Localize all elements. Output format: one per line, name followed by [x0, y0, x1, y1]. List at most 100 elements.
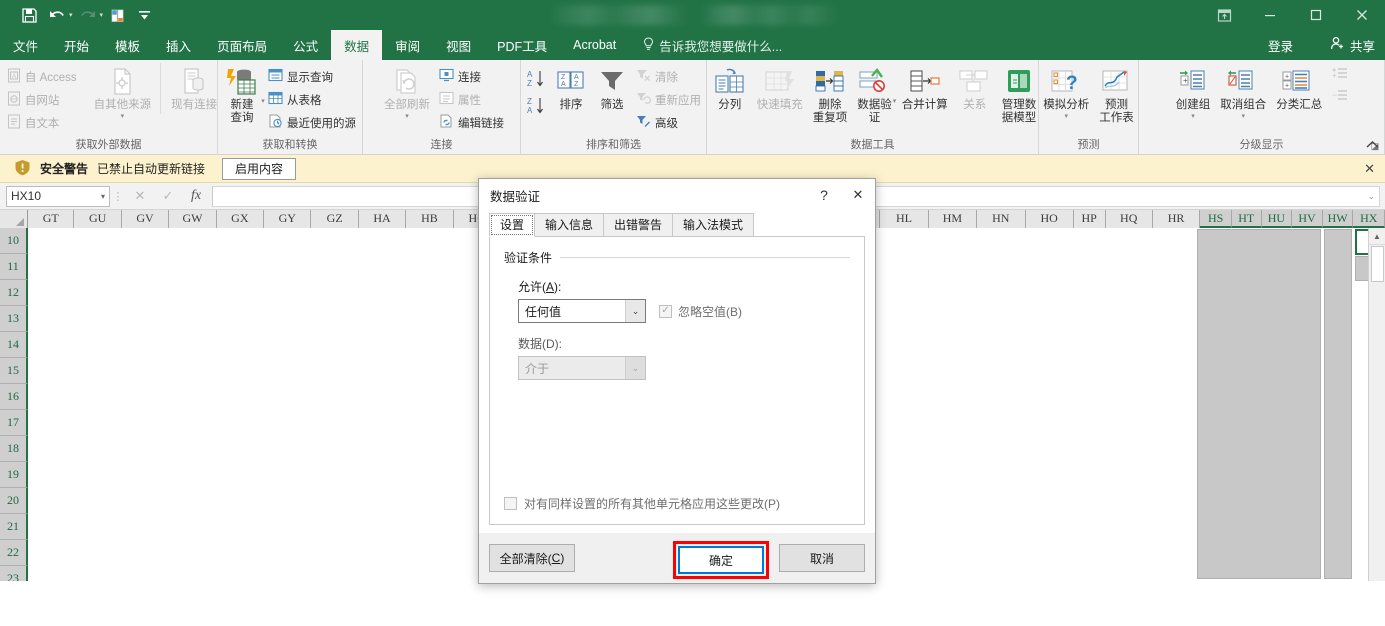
enable-content-button[interactable]: 启用内容 — [222, 157, 297, 180]
tab-page-layout[interactable]: 页面布局 — [204, 30, 280, 60]
row-header-11[interactable]: 11 — [0, 254, 28, 280]
dialog-tab-ime-mode[interactable]: 输入法模式 — [672, 213, 755, 237]
column-header-HS[interactable]: HS — [1200, 210, 1232, 228]
maximize-icon[interactable] — [1293, 0, 1339, 30]
ribbon-item-sort-descending[interactable]: ZA — [522, 94, 550, 121]
insert-function-icon[interactable]: fx — [182, 188, 210, 204]
chevron-down-icon[interactable]: ▾ — [893, 97, 897, 105]
chevron-down-icon[interactable]: ⌄ — [1367, 191, 1375, 202]
save-icon[interactable] — [16, 3, 42, 27]
column-header-GV[interactable]: GV — [121, 210, 170, 228]
allow-dropdown[interactable]: 任何值 ⌄ — [518, 299, 646, 323]
tab-file[interactable]: 文件 — [0, 30, 51, 60]
ribbon-item-filter[interactable]: 筛选 — [592, 63, 632, 114]
ribbon-item-subtotal[interactable]: + + 分类汇总 — [1271, 63, 1327, 114]
selection-range-left[interactable] — [1197, 229, 1321, 579]
selection-range-mid[interactable] — [1324, 229, 1352, 579]
cancel-button[interactable]: 取消 — [779, 544, 865, 572]
select-all-corner[interactable] — [0, 210, 28, 228]
column-header-HR[interactable]: HR — [1152, 210, 1201, 228]
column-header-HA[interactable]: HA — [358, 210, 407, 228]
ribbon-item-consolidate[interactable]: 合并计算 — [897, 63, 953, 114]
chevron-down-icon[interactable]: ▾ — [1241, 112, 1245, 120]
ribbon-item-data-validation[interactable]: 数据验证 ▾ — [852, 63, 897, 127]
scrollbar-thumb[interactable] — [1371, 246, 1384, 282]
row-header-21[interactable]: 21 — [0, 514, 28, 540]
minimize-icon[interactable] — [1247, 0, 1293, 30]
ribbon-item-show-queries[interactable]: 显示查询 — [264, 65, 360, 88]
ribbon-item-text-to-columns[interactable]: 分列 — [708, 63, 752, 114]
column-header-GX[interactable]: GX — [216, 210, 265, 228]
column-header-HT[interactable]: HT — [1231, 210, 1262, 228]
column-header-HV[interactable]: HV — [1292, 210, 1323, 228]
column-header-GY[interactable]: GY — [264, 210, 312, 228]
column-header-HN[interactable]: HN — [977, 210, 1026, 228]
column-header-HW[interactable]: HW — [1322, 210, 1354, 228]
row-header-16[interactable]: 16 — [0, 384, 28, 410]
chevron-down-icon[interactable]: ⌄ — [625, 300, 645, 322]
dialog-tab-input-message[interactable]: 输入信息 — [534, 213, 605, 237]
tab-review[interactable]: 审阅 — [382, 30, 433, 60]
row-header-20[interactable]: 20 — [0, 488, 28, 514]
chart-icon[interactable] — [105, 3, 131, 27]
column-header-HX[interactable]: HX — [1353, 210, 1385, 228]
ignore-blank-checkbox[interactable]: ✓ — [659, 304, 672, 318]
ribbon-item-advanced-filter[interactable]: 高级 — [632, 111, 705, 134]
column-header-GW[interactable]: GW — [169, 210, 217, 228]
tab-home[interactable]: 开始 — [51, 30, 102, 60]
ribbon-item-connections[interactable]: 连接 — [435, 65, 508, 88]
tab-acrobat[interactable]: Acrobat — [560, 30, 629, 60]
row-header-22[interactable]: 22 — [0, 540, 28, 566]
column-header-HB[interactable]: HB — [406, 210, 454, 228]
ok-button[interactable]: 确定 — [678, 546, 764, 574]
column-header-HL[interactable]: HL — [880, 210, 929, 228]
chevron-down-icon[interactable]: ▾ — [1191, 112, 1195, 120]
column-header-HP[interactable]: HP — [1073, 210, 1106, 228]
ribbon-item-forecast-sheet[interactable]: 预测 工作表 — [1094, 63, 1139, 127]
tab-insert[interactable]: 插入 — [153, 30, 204, 60]
row-header-23[interactable]: 23 — [0, 566, 28, 581]
chevron-down-icon[interactable]: ▾ — [1064, 112, 1068, 120]
undo-dropdown-icon[interactable]: ▾ — [69, 11, 73, 19]
help-icon[interactable]: ? — [807, 179, 841, 211]
ribbon-item-from-table[interactable]: 从表格 — [264, 88, 360, 111]
customize-qat-icon[interactable] — [133, 3, 155, 27]
ribbon-item-ungroup[interactable]: 取消组合 ▾ — [1215, 63, 1271, 122]
ribbon-item-group[interactable]: + 创建组 ▾ — [1171, 63, 1216, 122]
collapse-ribbon-icon[interactable] — [1366, 138, 1379, 152]
row-header-14[interactable]: 14 — [0, 332, 28, 358]
column-header-HQ[interactable]: HQ — [1105, 210, 1153, 228]
clear-all-button[interactable]: 全部清除(C) — [489, 544, 575, 572]
ribbon-display-options-icon[interactable] — [1201, 0, 1247, 30]
row-header-17[interactable]: 17 — [0, 410, 28, 436]
scroll-up-icon[interactable]: ▲ — [1369, 228, 1385, 245]
close-icon[interactable] — [1339, 0, 1385, 30]
ignore-blank-checkbox-row[interactable]: ✓ 忽略空值(B) — [659, 303, 742, 320]
undo-icon[interactable] — [44, 3, 70, 27]
tell-me-box[interactable]: 告诉我您想要做什么... — [629, 30, 782, 60]
column-header-HO[interactable]: HO — [1025, 210, 1074, 228]
row-header-15[interactable]: 15 — [0, 358, 28, 384]
row-header-18[interactable]: 18 — [0, 436, 28, 462]
column-header-GU[interactable]: GU — [74, 210, 122, 228]
chevron-down-icon[interactable]: ▾ — [261, 97, 265, 105]
column-header-HU[interactable]: HU — [1261, 210, 1293, 228]
chevron-down-icon[interactable]: ▾ — [101, 192, 105, 201]
tab-template[interactable]: 模板 — [102, 30, 153, 60]
ribbon-item-recent-sources[interactable]: 最近使用的源 — [264, 111, 360, 134]
dialog-tab-error-alert[interactable]: 出错警告 — [603, 213, 674, 237]
ribbon-item-sort[interactable]: ZAAZ 排序 — [550, 63, 592, 114]
ribbon-item-edit-links[interactable]: 编辑链接 — [435, 111, 508, 134]
tab-pdf-tools[interactable]: PDF工具 — [484, 30, 560, 60]
ribbon-item-manage-data-model[interactable]: 管理数 据模型 — [997, 63, 1042, 127]
row-header-12[interactable]: 12 — [0, 280, 28, 306]
column-header-HM[interactable]: HM — [928, 210, 978, 228]
tab-data[interactable]: 数据 — [331, 30, 383, 60]
dialog-tab-settings[interactable]: 设置 — [489, 213, 536, 237]
close-icon[interactable]: ✕ — [1364, 161, 1375, 177]
column-header-GT[interactable]: GT — [28, 210, 75, 228]
sign-in-button[interactable]: 登录 — [1268, 30, 1293, 60]
ribbon-item-what-if-analysis[interactable]: ? 模拟分析 ▾ — [1038, 63, 1094, 122]
tab-formulas[interactable]: 公式 — [280, 30, 331, 60]
name-box[interactable]: HX10 ▾ — [6, 185, 110, 207]
